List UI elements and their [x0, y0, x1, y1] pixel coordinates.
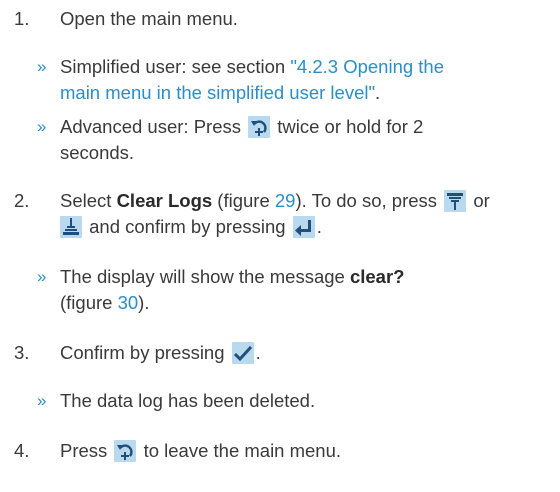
step-text: (figure — [212, 190, 275, 211]
menu-item-name: Clear Logs — [116, 190, 213, 211]
step-text: Press — [60, 440, 108, 461]
step-2-bullet-1-line-1: The display will show the message clear? — [60, 264, 404, 290]
step-text: . — [316, 216, 322, 237]
bullet-text: (figure — [60, 292, 118, 313]
bullet-marker: » — [37, 57, 47, 76]
step-text: and confirm by pressing — [89, 216, 286, 237]
figure-30-link[interactable]: 30 — [118, 292, 139, 313]
bullet-text: Advanced user: Press — [60, 116, 241, 137]
step-1-text: Open the main menu. — [60, 8, 238, 29]
step-4-text: Press to leave the main menu. — [60, 438, 341, 464]
bullet-marker: » — [37, 267, 47, 286]
step-2-line-2: and confirm by pressing . — [60, 214, 322, 240]
menu-key-icon — [248, 116, 271, 138]
step-1-bullet-2-line-1: Advanced user: Press twice or hold for 2 — [60, 114, 423, 140]
bullet-text: Simplified user: see section — [60, 56, 291, 77]
step-text: Confirm by pressing — [60, 342, 225, 363]
section-link-continued[interactable]: main menu in the simplified user level" — [60, 82, 375, 103]
step-text: ). To do so, press — [295, 190, 438, 211]
section-link[interactable]: "4.2.3 Opening the — [290, 56, 444, 77]
step-text: to leave the main menu. — [143, 440, 342, 461]
step-text: Select — [60, 190, 117, 211]
step-1-bullet-1-line-1: Simplified user: see section "4.2.3 Open… — [60, 54, 444, 80]
bullet-text: twice or hold for 2 — [277, 116, 424, 137]
step-3-number: 3. — [14, 342, 30, 363]
step-4-number: 4. — [14, 440, 30, 461]
up-key-icon — [60, 216, 82, 238]
enter-key-icon — [292, 216, 315, 238]
step-2-number: 2. — [14, 190, 30, 211]
bullet-text: . — [375, 82, 381, 103]
checkmark-key-icon — [231, 342, 254, 364]
step-1-bullet-1-line-2: main menu in the simplified user level". — [60, 80, 380, 106]
down-key-icon — [444, 190, 467, 212]
step-1-bullet-2-line-2: seconds. — [60, 142, 135, 163]
step-3-text: Confirm by pressing . — [60, 340, 261, 366]
step-text: . — [255, 342, 261, 363]
figure-29-link[interactable]: 29 — [275, 190, 296, 211]
step-2-line-1: Select Clear Logs (figure 29). To do so,… — [60, 188, 490, 214]
step-1-number: 1. — [14, 8, 30, 29]
step-3-bullet-1: The data log has been deleted. — [60, 390, 316, 411]
bullet-text: The display will show the message — [60, 266, 350, 287]
bullet-marker: » — [37, 117, 47, 136]
step-text: or — [473, 190, 490, 211]
bullet-marker: » — [37, 391, 47, 410]
bullet-text: ). — [138, 292, 150, 313]
display-message: clear? — [349, 266, 405, 287]
step-2-bullet-1-line-2: (figure 30). — [60, 290, 149, 316]
menu-key-icon — [114, 440, 137, 462]
